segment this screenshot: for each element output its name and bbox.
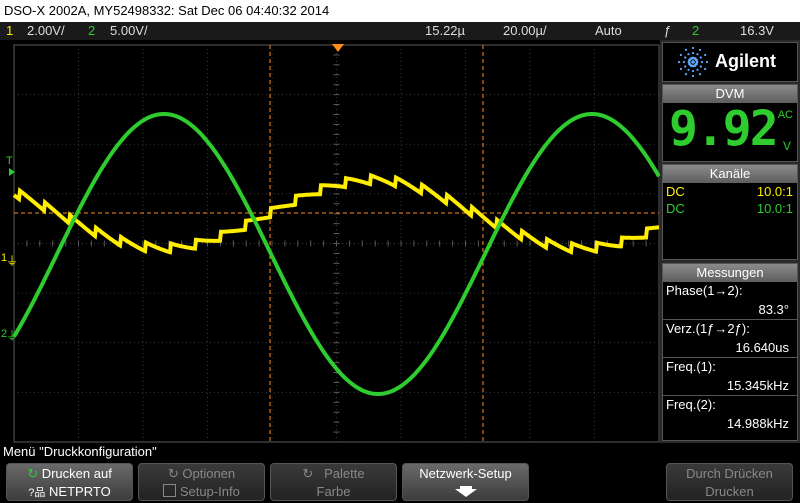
softkey-press-to-print[interactable]: Durch Drücken Drucken xyxy=(666,463,793,501)
trigger-level-marker: T xyxy=(6,155,13,167)
ch1-probe: 10.0:1 xyxy=(756,184,793,199)
title-bar: DSO-X 2002A, MY52498332: Sat Dec 06 04:4… xyxy=(0,0,800,22)
measurements-box[interactable]: Messungen Phase(1→2): 83.3° Verz.(1ƒ→2ƒ)… xyxy=(662,263,798,441)
measurement-delay: Verz.(1ƒ→2ƒ): 16.640us xyxy=(663,320,797,357)
ch2-probe: 10.0:1 xyxy=(756,201,793,216)
side-panel: Agilent DVM 9.92 AC V Kanäle DC 10.0:1 D… xyxy=(660,40,800,443)
ch1-number[interactable]: 1 xyxy=(6,22,13,40)
refresh-icon: ↻ xyxy=(27,466,39,481)
ch2-scale[interactable]: 5.00V/ xyxy=(110,22,148,40)
softkey-label: Durch Drücken xyxy=(686,466,773,481)
time-offset[interactable]: 15.22µ xyxy=(425,22,465,40)
measurement-phase: Phase(1→2): 83.3° xyxy=(663,282,797,319)
softkey-options[interactable]: ↻ Optionen Setup-Info xyxy=(138,463,265,501)
measurement-label: Verz.(1ƒ→2ƒ): xyxy=(666,321,750,336)
brand-name: Agilent xyxy=(715,51,776,71)
refresh-icon: ↻ xyxy=(302,466,314,481)
time-base[interactable]: 20.00µ/ xyxy=(503,22,547,40)
measurement-value: 16.640us xyxy=(735,340,790,355)
softkey-value: Setup-Info xyxy=(179,484,240,499)
dvm-mode: AC xyxy=(777,109,793,121)
channel-row-2: DC 10.0:1 xyxy=(663,200,797,217)
dvm-value: 9.92 xyxy=(669,101,779,157)
ch2-number[interactable]: 2 xyxy=(88,22,95,40)
ch1-ground-icon: ⏚ xyxy=(6,254,18,268)
refresh-icon: ↻ xyxy=(167,466,179,481)
measurement-value: 14.988kHz xyxy=(726,416,789,431)
measurement-value: 83.3° xyxy=(758,302,789,317)
measurements-title: Messungen xyxy=(663,264,797,282)
softkey-label: Drucken auf xyxy=(41,466,112,481)
softkey-value: Drucken xyxy=(705,484,754,499)
ch1-coupling: DC xyxy=(666,184,685,199)
softkey-label: Optionen xyxy=(182,466,236,481)
measurement-freq-1: Freq.(1): 15.345kHz xyxy=(663,358,797,395)
trigger-mode[interactable]: Auto xyxy=(595,22,622,40)
dvm-unit: V xyxy=(782,139,791,153)
softkey-label: Netzwerk-Setup xyxy=(419,466,512,481)
channels-box[interactable]: Kanäle DC 10.0:1 DC 10.0:1 xyxy=(662,164,798,260)
trigger-position-marker xyxy=(332,44,344,52)
softkey-network-setup[interactable]: Netzwerk-Setup xyxy=(402,463,529,501)
brand-box: Agilent xyxy=(662,42,798,82)
arrow-down-icon xyxy=(403,484,528,501)
checkbox-icon[interactable] xyxy=(163,484,177,497)
softkey-palette[interactable]: ↻ Palette Farbe xyxy=(270,463,397,501)
ch2-ground-icon: ⏚ xyxy=(6,329,18,343)
status-bar: 1 2.00V/ 2 5.00V/ 15.22µ 20.00µ/ Auto ƒ … xyxy=(0,22,800,40)
softkey-value: Farbe xyxy=(316,484,351,499)
waveform-svg: T 1 ⏚ 2 ⏚ xyxy=(1,44,660,443)
measurement-label: Freq.(2): xyxy=(666,397,716,412)
menu-title: Menü "Druckkonfiguration" xyxy=(3,444,157,459)
softkey-label: Palette xyxy=(324,466,365,481)
trigger-level[interactable]: 16.3V xyxy=(740,22,774,40)
channel-row-1: DC 10.0:1 xyxy=(663,183,797,200)
softkey-menu: Menü "Druckkonfiguration" ↻ Drucken auf … xyxy=(0,443,800,503)
dvm-box[interactable]: DVM 9.92 AC V xyxy=(662,84,798,162)
trigger-edge-icon: ƒ xyxy=(664,23,672,38)
graticule xyxy=(13,44,660,443)
ch2-coupling: DC xyxy=(666,201,685,216)
trigger-source[interactable]: 2 xyxy=(692,22,699,40)
channels-title: Kanäle xyxy=(663,165,797,183)
softkey-print-to[interactable]: ↻ Drucken auf ?品 NETPRTO xyxy=(6,463,133,501)
measurement-freq-2: Freq.(2): 14.988kHz xyxy=(663,396,797,433)
ch2-waveform xyxy=(12,112,660,396)
measurement-value: 15.345kHz xyxy=(726,378,789,393)
ch1-scale[interactable]: 2.00V/ xyxy=(27,22,65,40)
network-icon: ?品 xyxy=(28,487,46,499)
window-title: DSO-X 2002A, MY52498332: Sat Dec 06 04:4… xyxy=(4,3,330,18)
waveform-display[interactable]: T 1 ⏚ 2 ⏚ xyxy=(0,40,660,443)
agilent-logo-icon xyxy=(677,46,709,78)
measurement-label: Phase(1→2): xyxy=(666,283,743,298)
softkey-value: NETPRTO xyxy=(49,484,111,499)
measurement-label: Freq.(1): xyxy=(666,359,716,374)
